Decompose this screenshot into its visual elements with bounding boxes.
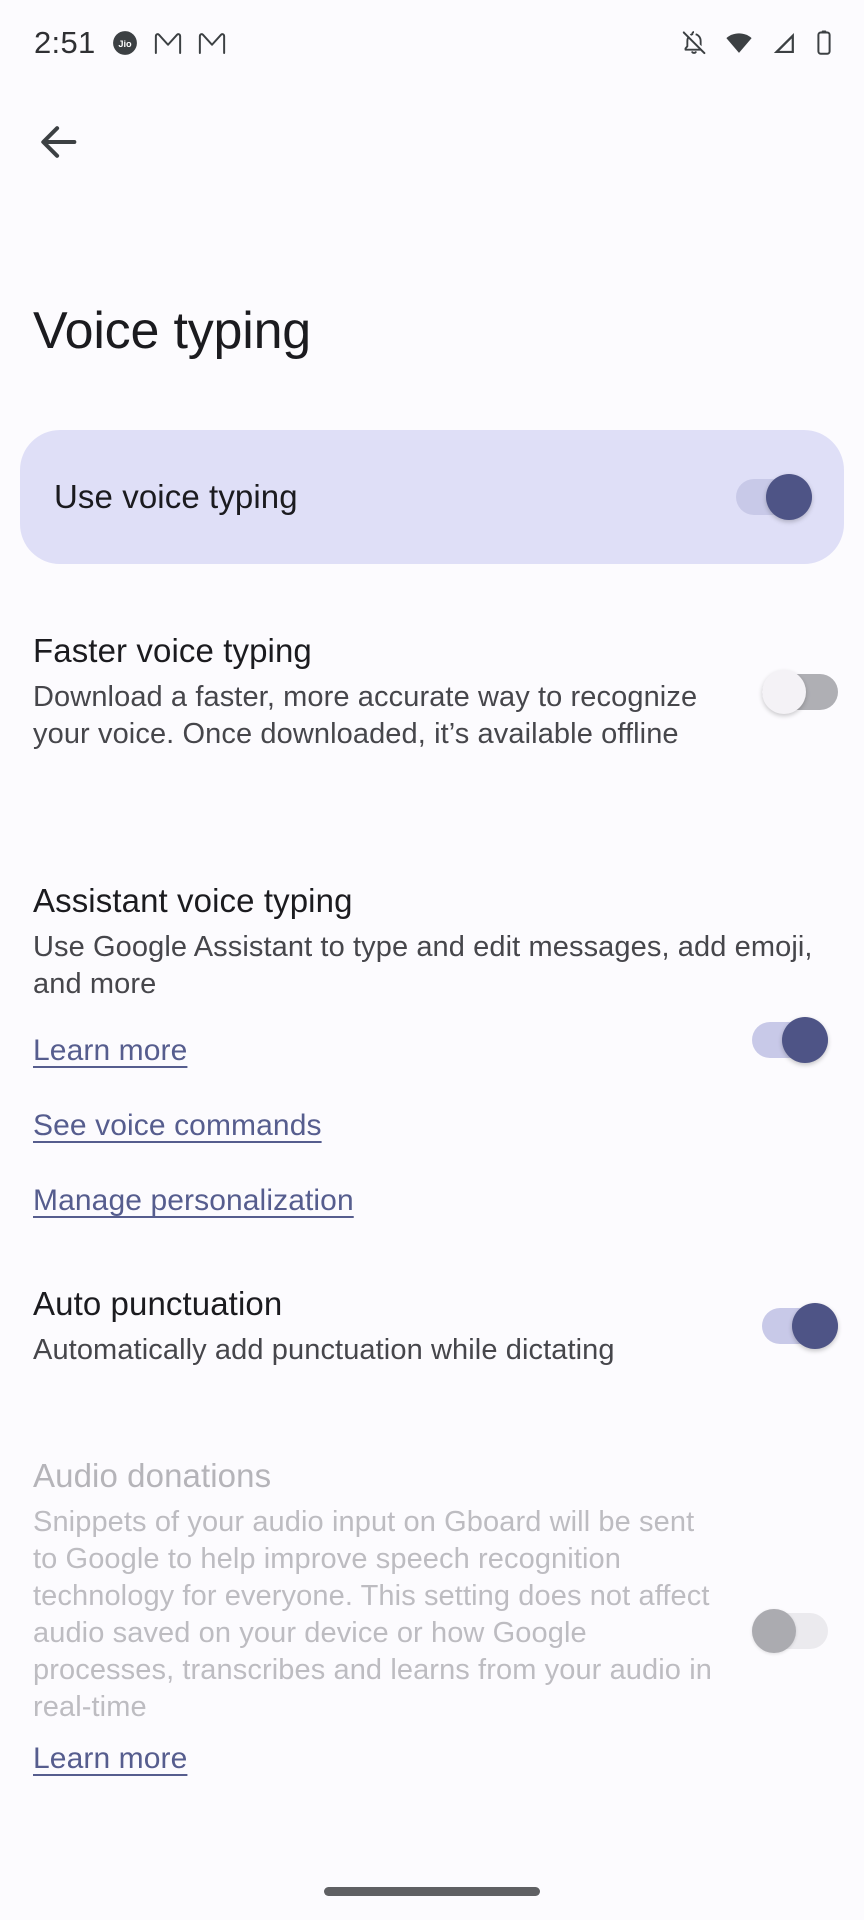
gesture-navigation-bar[interactable] (324, 1887, 540, 1896)
wifi-icon (724, 29, 754, 57)
status-bar: 2:51 Jio (0, 0, 864, 86)
toggle-assistant-voice-typing[interactable] (752, 1017, 828, 1063)
app-bar (0, 86, 864, 202)
voice-typing-settings-screen: 2:51 Jio Voice typing Use voice typing F… (0, 0, 864, 1920)
notifications-off-icon (680, 29, 708, 57)
toggle-thumb (782, 1017, 828, 1063)
toggle-thumb (792, 1303, 838, 1349)
toggle-auto-punctuation[interactable] (762, 1303, 838, 1349)
status-bar-right (680, 29, 834, 57)
back-arrow-icon (36, 119, 82, 170)
toggle-faster-voice-typing[interactable] (762, 669, 838, 715)
link-learn-more-assistant[interactable]: Learn more (33, 1032, 187, 1070)
setting-title: Faster voice typing (33, 632, 312, 669)
toggle-thumb (766, 474, 812, 520)
gmail-icon (198, 30, 226, 56)
setting-row-auto-punctuation[interactable]: Auto punctuation Automatically add punct… (0, 1283, 864, 1369)
svg-text:Jio: Jio (118, 39, 132, 49)
setting-row-audio-donations: Audio donations Snippets of your audio i… (0, 1455, 864, 1726)
setting-text-block: Auto punctuation Automatically add punct… (33, 1283, 762, 1369)
setting-subtitle: Snippets of your audio input on Gboard w… (33, 1506, 712, 1723)
setting-title: Use voice typing (54, 478, 298, 515)
setting-title: Audio donations (33, 1457, 272, 1494)
gmail-icon (154, 30, 182, 56)
status-bar-clock: 2:51 (34, 25, 96, 60)
jio-icon: Jio (112, 30, 138, 56)
battery-icon (814, 29, 834, 57)
setting-text-block: Audio donations Snippets of your audio i… (33, 1455, 838, 1726)
setting-title: Assistant voice typing (33, 882, 353, 919)
toggle-audio-donations (752, 1608, 828, 1654)
setting-row-faster-voice-typing[interactable]: Faster voice typing Download a faster, m… (0, 630, 864, 753)
setting-subtitle: Download a faster, more accurate way to … (33, 681, 698, 750)
setting-row-use-voice-typing[interactable]: Use voice typing (20, 430, 844, 564)
setting-subtitle: Automatically add punctuation while dict… (33, 1334, 615, 1366)
status-bar-left: 2:51 Jio (34, 25, 226, 61)
cellular-signal-icon (770, 29, 798, 57)
toggle-thumb (752, 1609, 796, 1653)
link-see-voice-commands[interactable]: See voice commands (33, 1107, 322, 1145)
setting-row-assistant-voice-typing[interactable]: Assistant voice typing Use Google Assist… (0, 880, 864, 1003)
link-learn-more-audio-donations[interactable]: Learn more (33, 1740, 187, 1778)
setting-text-block: Assistant voice typing Use Google Assist… (33, 880, 838, 1003)
toggle-use-voice-typing[interactable] (736, 474, 812, 520)
page-title: Voice typing (33, 302, 312, 360)
toggle-thumb (762, 669, 806, 714)
link-manage-personalization[interactable]: Manage personalization (33, 1182, 354, 1220)
setting-title: Auto punctuation (33, 1285, 283, 1322)
setting-subtitle: Use Google Assistant to type and edit me… (33, 931, 813, 1000)
setting-text-block: Faster voice typing Download a faster, m… (33, 630, 762, 753)
back-button[interactable] (28, 113, 90, 175)
